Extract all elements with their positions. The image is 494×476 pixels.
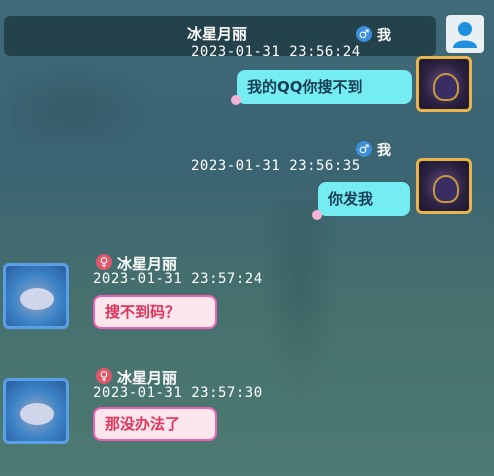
male-icon: ♂ (356, 26, 372, 42)
message-bubble: 我的QQ你搜不到 (237, 70, 412, 104)
person-icon (453, 22, 477, 48)
female-icon: ♀ (96, 368, 112, 384)
male-icon: ♂ (356, 141, 372, 157)
message-bubble: 搜不到码？ (93, 295, 217, 329)
female-icon: ♀ (96, 254, 112, 270)
message-bubble: 那没办法了 (93, 407, 217, 441)
message-timestamp: 2023-01-31 23:57:30 (93, 385, 263, 401)
profile-button[interactable] (446, 15, 484, 53)
chat-partner-name: 冰星月丽 (187, 25, 248, 43)
self-label: 我 (377, 28, 391, 44)
background-character (255, 200, 345, 430)
self-avatar[interactable] (416, 158, 472, 214)
flower-decoration (231, 95, 241, 105)
message-bubble: 你发我 (318, 182, 410, 216)
message-timestamp: 2023-01-31 23:57:24 (93, 271, 263, 287)
self-avatar[interactable] (416, 56, 472, 112)
partner-avatar[interactable] (3, 378, 69, 444)
message-timestamp: 2023-01-31 23:56:24 (191, 44, 361, 60)
partner-avatar[interactable] (3, 263, 69, 329)
background-shadow (10, 55, 170, 145)
flower-decoration (312, 210, 322, 220)
message-timestamp: 2023-01-31 23:56:35 (191, 158, 361, 174)
sender-name: 我 (377, 143, 391, 159)
